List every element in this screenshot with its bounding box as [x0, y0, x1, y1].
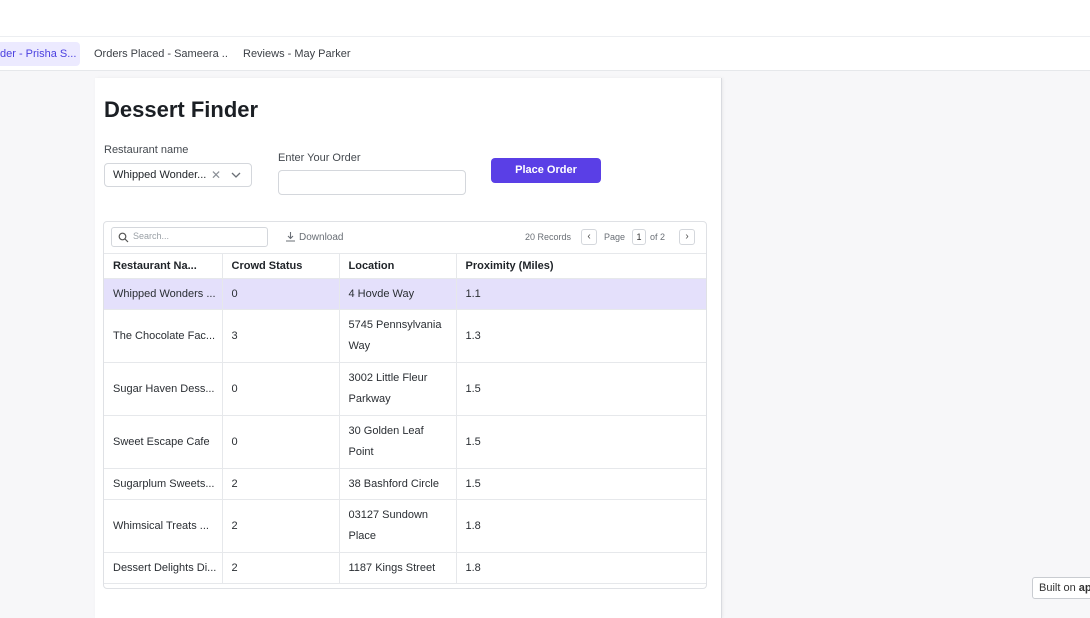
cell-crowd: 3: [222, 309, 340, 363]
table-row[interactable]: Sweet Escape Cafe 0 30 Golden Leaf Point…: [104, 415, 706, 469]
download-icon: [286, 232, 295, 242]
page-label: Page: [604, 232, 626, 242]
table-row[interactable]: Dessert Delights Di... 2 1187 Kings Stre…: [104, 552, 706, 584]
cell-restaurant: Whipped Wonders ...: [104, 278, 223, 310]
cell-restaurant: Dessert Delights Di...: [104, 552, 223, 584]
tab-order-finder[interactable]: der - Prisha S...: [0, 42, 80, 66]
restaurant-select-value: Whipped Wonder...: [113, 169, 207, 181]
cell-location: 3002 Little Fleur Parkway: [339, 362, 457, 416]
records-count: 20 Records: [525, 232, 572, 242]
table-row[interactable]: Whipped Wonders ... 0 4 Hovde Way 1.1: [104, 278, 706, 310]
built-on-label: Built on: [1039, 582, 1076, 594]
cell-location: 1187 Kings Street: [339, 552, 457, 584]
page-tabs: der - Prisha S... Orders Placed - Sameer…: [0, 37, 1090, 71]
search-placeholder: Search...: [133, 231, 170, 241]
cell-restaurant: Sugarplum Sweets...: [104, 468, 223, 500]
cell-restaurant: The Chocolate Fac...: [104, 309, 223, 363]
cell-proximity: 1.5: [456, 468, 706, 500]
cell-crowd: 0: [222, 362, 340, 416]
cell-location: 5745 Pennsylvania Way: [339, 309, 457, 363]
column-header-restaurant[interactable]: Restaurant Na...: [104, 253, 223, 279]
table-row[interactable]: Sugarplum Sweets... 2 38 Bashford Circle…: [104, 468, 706, 500]
top-bar: [0, 0, 1090, 37]
download-button[interactable]: Download: [285, 231, 343, 243]
prev-page-button[interactable]: ‹: [581, 229, 597, 245]
cell-crowd: 2: [222, 499, 340, 553]
order-label: Enter Your Order: [278, 152, 361, 164]
chevron-down-icon[interactable]: [229, 166, 243, 184]
built-on-brand: ap: [1078, 582, 1090, 594]
page-title: Dessert Finder: [104, 97, 259, 122]
column-header-proximity[interactable]: Proximity (Miles): [456, 253, 706, 279]
place-order-button[interactable]: Place Order: [491, 158, 601, 183]
cell-location: 30 Golden Leaf Point: [339, 415, 457, 469]
table-row[interactable]: Whimsical Treats ... 2 03127 Sundown Pla…: [104, 499, 706, 553]
cell-proximity: 1.8: [456, 499, 706, 553]
column-header-location[interactable]: Location: [339, 253, 457, 279]
cell-restaurant: Sweet Escape Cafe: [104, 415, 223, 469]
page-number-input[interactable]: 1: [632, 229, 646, 245]
tab-orders-placed[interactable]: Orders Placed - Sameera ...: [88, 42, 228, 66]
cell-location: 4 Hovde Way: [339, 278, 457, 310]
table-toolbar: Search... Download 20 Records ‹ Page 1 o…: [104, 222, 706, 253]
data-table: Restaurant Na... Crowd Status Location P…: [104, 253, 706, 584]
order-input[interactable]: [278, 170, 466, 195]
cell-proximity: 1.5: [456, 415, 706, 469]
cell-proximity: 1.8: [456, 552, 706, 584]
cell-crowd: 0: [222, 278, 340, 310]
download-label: Download: [299, 232, 344, 243]
cell-crowd: 2: [222, 552, 340, 584]
cell-proximity: 1.3: [456, 309, 706, 363]
search-input[interactable]: Search...: [111, 227, 268, 247]
restaurants-table: Search... Download 20 Records ‹ Page 1 o…: [103, 221, 707, 589]
dessert-finder-panel: Dessert Finder Restaurant name Whipped W…: [95, 78, 722, 618]
cell-location: 03127 Sundown Place: [339, 499, 457, 553]
cell-crowd: 0: [222, 415, 340, 469]
cell-restaurant: Sugar Haven Dess...: [104, 362, 223, 416]
cell-location: 38 Bashford Circle: [339, 468, 457, 500]
clear-icon[interactable]: ✕: [211, 168, 221, 182]
restaurant-name-label: Restaurant name: [104, 144, 189, 156]
restaurant-select[interactable]: Whipped Wonder... ✕: [104, 163, 252, 187]
search-icon: [118, 232, 129, 243]
column-header-crowd[interactable]: Crowd Status: [222, 253, 340, 279]
cell-proximity: 1.5: [456, 362, 706, 416]
page-total: of 2: [650, 232, 666, 242]
cell-crowd: 2: [222, 468, 340, 500]
table-row[interactable]: Sugar Haven Dess... 0 3002 Little Fleur …: [104, 362, 706, 416]
cell-proximity: 1.1: [456, 278, 706, 310]
header-row: Restaurant Na... Crowd Status Location P…: [104, 253, 706, 279]
table-row[interactable]: The Chocolate Fac... 3 5745 Pennsylvania…: [104, 309, 706, 363]
tab-reviews[interactable]: Reviews - May Parker: [237, 42, 352, 66]
cell-restaurant: Whimsical Treats ...: [104, 499, 223, 553]
next-page-button[interactable]: ›: [679, 229, 695, 245]
built-on-badge[interactable]: Built on ap: [1032, 577, 1090, 599]
